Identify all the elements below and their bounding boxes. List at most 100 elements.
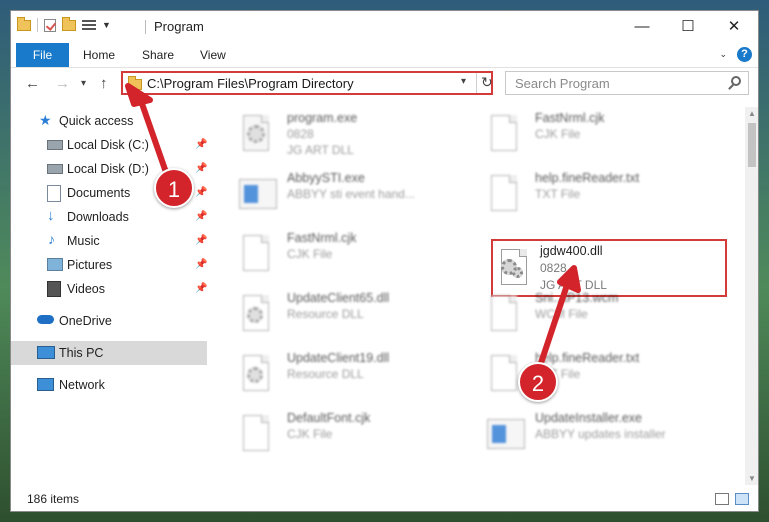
file-type: JG ART DLL bbox=[287, 143, 354, 157]
list-item[interactable]: program.exe 0828 JG ART DLL bbox=[229, 109, 469, 167]
sidebar-item-label: Documents bbox=[67, 186, 131, 200]
list-item[interactable]: FastNrml.cjk CJK File bbox=[229, 229, 469, 287]
search-icon[interactable] bbox=[731, 76, 741, 86]
pin-icon[interactable]: 📌 bbox=[195, 187, 207, 198]
back-button[interactable]: ← bbox=[25, 75, 40, 92]
file-name: UpdateInstaller.exe bbox=[535, 411, 643, 425]
navigation-bar: ← → ▾ ↑ C:\Program Files\Program Directo… bbox=[11, 68, 758, 102]
details-view-icon[interactable] bbox=[715, 493, 729, 505]
list-item[interactable]: help.fineReader.txt TXT File bbox=[477, 169, 717, 227]
new-folder-icon[interactable] bbox=[62, 16, 76, 31]
recent-locations-button[interactable]: ▾ bbox=[81, 78, 86, 89]
document-icon bbox=[487, 353, 523, 397]
sidebar-item-local-disk-c[interactable]: Local Disk (C:) 📌 bbox=[11, 133, 207, 157]
tab-home[interactable]: Home bbox=[83, 43, 115, 67]
file-detail: CJK File bbox=[287, 247, 333, 261]
chevron-down-icon[interactable]: ▾ bbox=[461, 76, 466, 87]
file-name: help.fineReader.txt bbox=[535, 171, 640, 185]
file-name: program.exe bbox=[287, 111, 358, 125]
music-icon: ♪ bbox=[48, 231, 55, 247]
pin-icon[interactable]: 📌 bbox=[195, 283, 207, 294]
title-divider bbox=[145, 20, 146, 34]
sidebar-item-quick-access[interactable]: ★ Quick access bbox=[11, 109, 207, 133]
sidebar-item-label: Local Disk (D:) bbox=[67, 162, 149, 176]
drive-icon bbox=[47, 164, 63, 174]
list-item[interactable]: AbbyySTI.exe ABBYY sti event hand... bbox=[229, 169, 469, 227]
pin-icon[interactable]: 📌 bbox=[195, 139, 207, 150]
pin-icon[interactable]: 📌 bbox=[195, 163, 207, 174]
sidebar-item-music[interactable]: ♪ Music 📌 bbox=[11, 229, 207, 253]
sidebar-item-downloads[interactable]: ↓ Downloads 📌 bbox=[11, 205, 207, 229]
file-detail: 0828 bbox=[287, 127, 314, 141]
file-detail: CJK File bbox=[535, 127, 581, 141]
tab-view[interactable]: View bbox=[200, 43, 226, 67]
sidebar-item-label: Quick access bbox=[59, 114, 134, 128]
sidebar-item-videos[interactable]: Videos 📌 bbox=[11, 277, 207, 301]
ribbon-tabs: File Home Share View ⌄ ? bbox=[11, 43, 758, 68]
properties-check-icon[interactable] bbox=[44, 18, 56, 32]
folder-icon bbox=[17, 16, 31, 31]
document-icon bbox=[487, 293, 523, 337]
file-detail: WCM File bbox=[535, 307, 588, 321]
toolbar-divider bbox=[37, 18, 38, 32]
file-name: UpdateClient19.dll bbox=[287, 351, 390, 365]
document-icon bbox=[239, 233, 275, 277]
list-item[interactable]: DefaultFont.cjk CJK File bbox=[229, 409, 469, 467]
minimize-button[interactable]: — bbox=[619, 11, 665, 41]
list-item[interactable]: UpdateInstaller.exe ABBYY updates instal… bbox=[477, 409, 717, 467]
maximize-button[interactable]: ☐ bbox=[665, 11, 711, 41]
search-placeholder: Search Program bbox=[515, 76, 610, 91]
customize-toolbar-icon[interactable] bbox=[82, 19, 96, 31]
address-path[interactable]: C:\Program Files\Program Directory bbox=[147, 76, 354, 91]
file-detail: ABBYY updates installer bbox=[535, 427, 666, 441]
up-button[interactable]: ↑ bbox=[100, 75, 108, 92]
explorer-window: ▼ Program — ☐ ✕ File Home Share View ⌄ ?… bbox=[10, 10, 759, 512]
sidebar-item-pictures[interactable]: Pictures 📌 bbox=[11, 253, 207, 277]
cloud-icon bbox=[37, 315, 54, 324]
list-item[interactable]: help.fineReader.txt TXT File bbox=[477, 349, 717, 407]
status-bar: 186 items bbox=[11, 489, 758, 511]
tab-file[interactable]: File bbox=[16, 43, 69, 67]
large-icons-view-icon[interactable] bbox=[735, 493, 749, 505]
app-icon bbox=[239, 173, 277, 217]
close-button[interactable]: ✕ bbox=[711, 11, 757, 41]
scroll-thumb[interactable] bbox=[748, 123, 756, 167]
app-icon bbox=[487, 413, 525, 457]
sidebar-item-label: Network bbox=[59, 378, 105, 392]
search-box[interactable]: Search Program bbox=[505, 71, 749, 95]
drive-icon bbox=[47, 140, 63, 150]
file-detail: Resource DLL bbox=[287, 307, 364, 321]
sidebar-item-label: Pictures bbox=[67, 258, 113, 272]
chevron-down-icon[interactable]: ▼ bbox=[102, 20, 111, 30]
videos-icon bbox=[47, 281, 61, 297]
tab-share[interactable]: Share bbox=[142, 43, 174, 67]
file-name: UpdateClient65.dll bbox=[287, 291, 390, 305]
pin-icon[interactable]: 📌 bbox=[195, 211, 207, 222]
dll-gear-icon bbox=[239, 293, 275, 337]
scroll-up-icon[interactable]: ▲ bbox=[748, 109, 756, 118]
sidebar-item-this-pc[interactable]: This PC bbox=[11, 341, 207, 365]
help-icon[interactable]: ? bbox=[737, 47, 752, 62]
pin-icon[interactable]: 📌 bbox=[195, 235, 207, 246]
sidebar-item-onedrive[interactable]: OneDrive bbox=[11, 309, 207, 333]
vertical-scrollbar[interactable]: ▲ ▼ bbox=[745, 107, 758, 485]
list-item[interactable]: UpdateClient19.dll Resource DLL bbox=[229, 349, 469, 407]
address-bar[interactable]: C:\Program Files\Program Directory ▾ ↻ bbox=[121, 71, 493, 95]
list-item[interactable]: UpdateClient65.dll Resource DLL bbox=[229, 289, 469, 347]
scroll-down-icon[interactable]: ▼ bbox=[748, 474, 756, 483]
file-name: FastNrml.cjk bbox=[535, 111, 605, 125]
list-item[interactable]: FastNrml.cjk CJK File bbox=[477, 109, 717, 167]
file-detail: 0828 bbox=[540, 261, 567, 275]
file-detail: CJK File bbox=[287, 427, 333, 441]
refresh-button[interactable]: ↻ bbox=[481, 74, 493, 91]
sidebar-item-label: Local Disk (C:) bbox=[67, 138, 149, 152]
sidebar-item-network[interactable]: Network bbox=[11, 373, 207, 397]
step-marker-2: 2 bbox=[518, 362, 558, 402]
pin-icon[interactable]: 📌 bbox=[195, 259, 207, 270]
list-item[interactable]: Sni...tP13.wcm WCM File bbox=[477, 289, 717, 347]
file-detail: ABBYY sti event hand... bbox=[287, 187, 415, 201]
forward-button[interactable]: → bbox=[55, 75, 70, 92]
document-icon bbox=[487, 113, 523, 157]
file-name: jgdw400.dll bbox=[540, 244, 603, 258]
expand-ribbon-icon[interactable]: ⌄ bbox=[719, 49, 727, 60]
